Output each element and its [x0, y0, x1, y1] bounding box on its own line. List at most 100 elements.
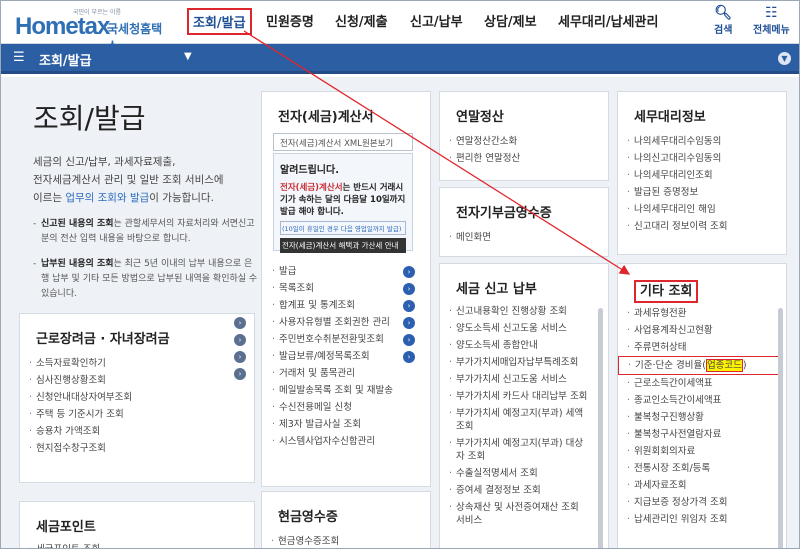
donation-list: 메인화면: [440, 229, 608, 246]
list-item[interactable]: 발급된 증명정보: [618, 184, 786, 201]
list-item[interactable]: 종교인소득간이세액표: [618, 392, 770, 409]
list-item[interactable]: 수신전용메일 신청: [263, 399, 423, 416]
list-item[interactable]: 발급보류/예정목록조회: [263, 348, 423, 365]
list-item[interactable]: 승용차 가액조회: [20, 423, 254, 440]
list-item[interactable]: 근로소득간이세액표: [618, 375, 770, 392]
list-item[interactable]: 부가가치세 예정고지(부과) 세액조회: [440, 407, 590, 433]
panel-title: 전자(세금)계산서: [278, 110, 374, 125]
list-item[interactable]: 사용자유형별 조회권한 관리: [263, 314, 423, 331]
logo-text: Hometax: [15, 13, 110, 40]
list-item[interactable]: 부가가치세 신고도움 서비스: [440, 373, 590, 386]
list-item[interactable]: 목록조회: [263, 280, 423, 297]
list-item[interactable]: 소득자료확인하기: [20, 355, 254, 372]
list-item[interactable]: 합계표 및 통계조회: [263, 297, 423, 314]
intro-desc-line: 이르는 업무의 조회와 발급이 가능합니다.: [33, 192, 214, 204]
grid-icon: ☷: [765, 5, 778, 21]
list-item[interactable]: 불복청구진행상황: [618, 409, 770, 426]
page-title: 조회/발급: [33, 102, 146, 135]
hometax-logo[interactable]: 국민이 부르는 이름 Hometax 국세청홈택스: [15, 7, 165, 53]
list-item[interactable]: 과세자료조회: [618, 477, 770, 494]
tax-report-payment-list: 신고내용확인 진행상황 조회양도소득세 신고도움 서비스양도소득세 종합안내부가…: [440, 305, 590, 527]
list-item[interactable]: 메일발송목록 조회 및 재발송: [263, 382, 423, 399]
year-end-settlement-panel: 연말정산 연말정산간소화편리한 연말정산: [439, 91, 609, 181]
list-item[interactable]: 부가가치세 예정고지(부과) 대상자 조회: [440, 437, 590, 463]
list-item[interactable]: 상속재산 및 사전증여재산 조회 서비스: [440, 501, 590, 527]
panel-title: 세금 신고 납부: [456, 282, 537, 297]
go-arrow-icon[interactable]: ›: [403, 317, 415, 329]
nav-consult[interactable]: 상담/제보: [484, 11, 537, 30]
go-arrow-icon[interactable]: ›: [234, 317, 246, 329]
list-item[interactable]: 부가가치세매입자납부특례조회: [440, 356, 590, 369]
list-item[interactable]: 현지접수창구조회: [20, 440, 254, 457]
scrollbar[interactable]: [598, 308, 603, 548]
scrollbar[interactable]: [778, 308, 783, 548]
hamburger-icon[interactable]: ☰: [13, 50, 25, 65]
search-button[interactable]: 🔍︎ 검색: [714, 5, 732, 36]
list-item[interactable]: 수출실적명세서 조회: [440, 467, 590, 480]
paren-close: ): [742, 360, 747, 371]
list-item[interactable]: 사업용계좌신고현황: [618, 322, 770, 339]
other-inquiries-panel: 기타 조회 과세유형전환사업용계좌신고현황주류면허상태기준·단순 경비율(업종코…: [617, 263, 787, 548]
go-arrow-icon[interactable]: ›: [403, 283, 415, 295]
list-item[interactable]: 양도소득세 신고도움 서비스: [440, 322, 590, 335]
panel-title: 연말정산: [456, 110, 504, 125]
nav-report-payment[interactable]: 신고/납부: [410, 11, 463, 30]
go-arrow-icon[interactable]: ›: [403, 300, 415, 312]
dropdown-caret-icon[interactable]: ▼: [184, 51, 192, 62]
list-item[interactable]: 나의세무대리인 해임: [618, 201, 786, 218]
list-item[interactable]: 신고대리 정보이력 조회: [618, 218, 786, 235]
list-item[interactable]: 부가가치세 카드사 대리납부 조회: [440, 390, 590, 403]
all-menu-button[interactable]: ☷ 전체메뉴: [753, 5, 790, 36]
list-item[interactable]: 불복청구사전열람자료: [618, 426, 770, 443]
list-item[interactable]: 기준·단순 경비율(업종코드): [618, 356, 780, 375]
list-item[interactable]: 현금영수증조회: [262, 533, 430, 548]
go-arrow-icon[interactable]: ›: [403, 266, 415, 278]
list-item[interactable]: 제3자 발급사실 조회: [263, 416, 423, 433]
list-item[interactable]: 전통시장 조회/등록: [618, 460, 770, 477]
list-item[interactable]: 심사진행상황조회: [20, 372, 254, 389]
list-item[interactable]: 발급: [263, 263, 423, 280]
search-icon: 🔍︎: [714, 5, 733, 21]
list-item[interactable]: 주택 등 기준시가 조회: [20, 406, 254, 423]
nav-application[interactable]: 신청/제출: [335, 11, 388, 30]
notice-body: 전자(세금)계산서는 반드시 거래시기가 속하는 달의 다음달 10일까지 발급…: [280, 183, 406, 217]
list-item[interactable]: 지급보증 정상가격 조회: [618, 494, 770, 511]
cash-receipt-list: 현금영수증조회: [262, 533, 430, 548]
nav-tax-agent[interactable]: 세무대리/납세관리: [558, 11, 658, 30]
subbar-title[interactable]: 조회/발급: [39, 50, 92, 69]
list-item[interactable]: 편리한 연말정산: [440, 150, 608, 167]
list-item[interactable]: 주민번호수취분전환및조회: [263, 331, 423, 348]
main-content: 조회/발급 세금의 신고/납부, 과세자료제출, 전자세금계산서 관리 및 일반…: [1, 77, 799, 548]
list-item[interactable]: 나의세무대리수임동의: [618, 133, 786, 150]
nav-certificates[interactable]: 민원증명: [266, 11, 314, 30]
tax-agent-list: 나의세무대리수임동의나의신고대리수임동의나의세무대리인조회발급된 증명정보나의세…: [618, 133, 786, 235]
go-arrow-icon[interactable]: ›: [234, 368, 246, 380]
tax-report-payment-panel: 세금 신고 납부 신고내용확인 진행상황 조회양도소득세 신고도움 서비스양도소…: [439, 263, 609, 548]
go-arrow-icon[interactable]: ›: [403, 351, 415, 363]
list-item[interactable]: 위원회회의자료: [618, 443, 770, 460]
list-item[interactable]: 거래처 및 품목관리: [263, 365, 423, 382]
go-arrow-icon[interactable]: ›: [234, 351, 246, 363]
list-item[interactable]: 나의세무대리인조회: [618, 167, 786, 184]
intro-desc-line: 전자세금계산서 관리 및 일반 조회 서비스에: [33, 174, 224, 186]
collapse-toggle-icon[interactable]: ▼: [778, 52, 791, 65]
list-item[interactable]: 신고내용확인 진행상황 조회: [440, 305, 590, 318]
list-item[interactable]: 나의신고대리수임동의: [618, 150, 786, 167]
list-item[interactable]: 연말정산간소화: [440, 133, 608, 150]
list-item[interactable]: 세금포인트 조회: [20, 541, 254, 548]
nav-inquiry-issuance[interactable]: 조회/발급: [187, 8, 252, 35]
list-item[interactable]: 신청안내대상자여부조회: [20, 389, 254, 406]
notice-penalty-link[interactable]: 전자(세금)계산서 해택과 가산세 안내: [280, 238, 406, 253]
list-item[interactable]: 시스템사업자수신함관리: [263, 433, 423, 450]
list-item[interactable]: 증여세 결정정보 조회: [440, 484, 590, 497]
go-arrow-icon[interactable]: ›: [234, 334, 246, 346]
list-item[interactable]: 주류면허상태: [618, 339, 770, 356]
list-item[interactable]: 양도소득세 종합안내: [440, 339, 590, 352]
list-item[interactable]: 납세관리인 위임자 조회: [618, 511, 770, 528]
list-item[interactable]: 과세유형전환: [618, 305, 770, 322]
intro-note-paid: 납부된 내용의 조회는 최근 5년 이내의 납부 내용으로 은행 납부 및 기타…: [33, 257, 259, 302]
notice-subtext: (10일이 휴일인 경우 다음 영업일까지 발급): [280, 221, 406, 235]
xml-original-view-button[interactable]: 전자(세금)계산서 XML원본보기: [273, 133, 413, 151]
go-arrow-icon[interactable]: ›: [403, 334, 415, 346]
list-item[interactable]: 메인화면: [440, 229, 608, 246]
